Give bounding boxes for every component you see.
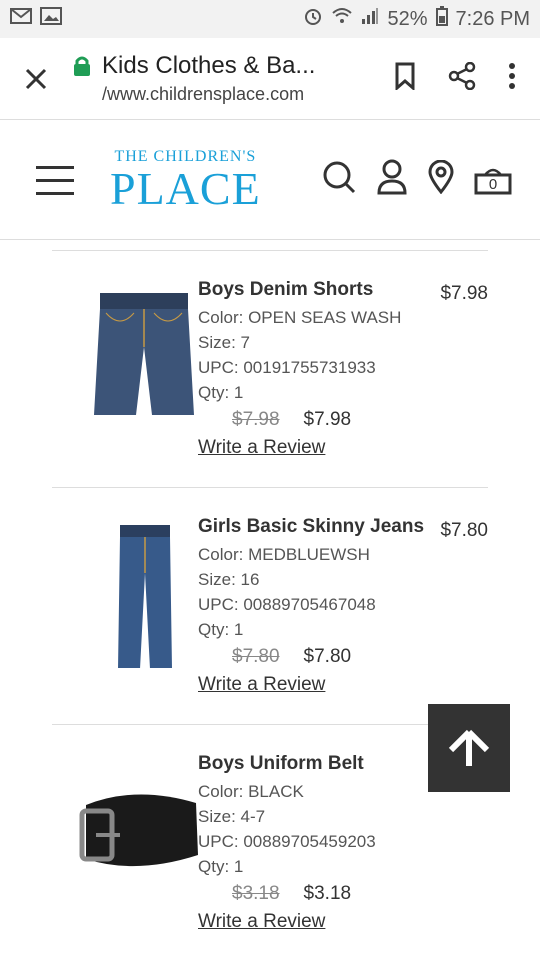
- item-sale-price: $7.98: [303, 409, 352, 430]
- item-upc: UPC: 00191755731933: [198, 358, 376, 377]
- item-total-price: $7.80: [440, 520, 488, 541]
- logo-line2: PLACE: [110, 162, 261, 214]
- item-sale-price: $7.80: [303, 646, 352, 667]
- item-details: Boys Denim Shorts Color: OPEN SEAS WASH …: [198, 279, 458, 459]
- item-size: Size: 7: [198, 333, 250, 352]
- item-name: Boys Denim Shorts: [198, 279, 374, 300]
- product-image-belt[interactable]: [76, 775, 206, 885]
- item-original-price: $7.98: [232, 409, 280, 430]
- header-icons: 0: [322, 159, 540, 200]
- browser-actions: [394, 61, 540, 95]
- battery-icon: [435, 6, 448, 32]
- close-icon: [25, 68, 47, 89]
- product-image-jeans[interactable]: [90, 518, 200, 668]
- item-price-row: $7.80 $7.80: [232, 646, 458, 668]
- item-details: Boys Uniform Belt Color: BLACK Size: 4-7…: [198, 753, 458, 933]
- item-price-row: $7.98 $7.98: [232, 409, 458, 431]
- write-review-link[interactable]: Write a Review: [198, 437, 325, 459]
- item-qty: Qty: 1: [198, 383, 244, 402]
- url-area[interactable]: Kids Clothes & Ba... /www.childrensplace…: [72, 52, 394, 105]
- arrow-up-icon: [448, 729, 490, 766]
- scroll-to-top-button[interactable]: [428, 704, 510, 792]
- page-title: Kids Clothes & Ba...: [102, 52, 316, 79]
- item-color: Color: BLACK: [198, 782, 304, 801]
- item-total-price: $7.98: [440, 283, 488, 304]
- write-review-link[interactable]: Write a Review: [198, 911, 325, 933]
- list-item: Boys Denim Shorts Color: OPEN SEAS WASH …: [52, 250, 488, 487]
- list-item: Boys Uniform Belt Color: BLACK Size: 4-7…: [52, 724, 488, 961]
- signal-icon: [361, 7, 379, 31]
- item-upc: UPC: 00889705459203: [198, 832, 376, 851]
- list-item: Girls Basic Skinny Jeans Color: MEDBLUEW…: [52, 487, 488, 724]
- item-original-price: $7.80: [232, 646, 280, 667]
- item-color: Color: MEDBLUEWSH: [198, 545, 370, 564]
- item-qty: Qty: 1: [198, 620, 244, 639]
- status-left: [10, 7, 62, 31]
- item-qty: Qty: 1: [198, 857, 244, 876]
- close-tab-button[interactable]: [0, 67, 72, 91]
- gallery-icon: [40, 7, 62, 31]
- store-locator-icon[interactable]: [428, 159, 454, 199]
- site-header: THE CHILDREN'S PLACE 0: [0, 120, 540, 240]
- gmail-icon: [10, 7, 32, 31]
- more-menu-icon[interactable]: [508, 62, 516, 95]
- order-items-list: Boys Denim Shorts Color: OPEN SEAS WASH …: [0, 250, 540, 961]
- cart-icon[interactable]: 0: [474, 165, 512, 195]
- share-icon[interactable]: [448, 61, 476, 95]
- status-bar: 52% 7:26 PM: [0, 0, 540, 38]
- site-logo[interactable]: THE CHILDREN'S PLACE: [110, 148, 261, 212]
- cart-count: 0: [488, 175, 498, 193]
- write-review-link[interactable]: Write a Review: [198, 674, 325, 696]
- battery-percent: 52%: [387, 7, 428, 30]
- product-image-shorts[interactable]: [90, 285, 200, 425]
- account-icon[interactable]: [376, 159, 408, 200]
- site-title-row: Kids Clothes & Ba...: [72, 52, 394, 80]
- bookmark-icon[interactable]: [394, 62, 416, 95]
- item-upc: UPC: 00889705467048: [198, 595, 376, 614]
- page-url: /www.childrensplace.com: [102, 84, 305, 104]
- item-details: Girls Basic Skinny Jeans Color: MEDBLUEW…: [198, 516, 458, 696]
- item-original-price: $3.18: [232, 883, 280, 904]
- lock-icon: [74, 56, 90, 76]
- clock: 7:26 PM: [455, 7, 530, 30]
- search-icon[interactable]: [322, 160, 356, 199]
- browser-toolbar: Kids Clothes & Ba... /www.childrensplace…: [0, 38, 540, 120]
- item-size: Size: 16: [198, 570, 260, 589]
- hamburger-menu-button[interactable]: [0, 164, 110, 196]
- menu-icon: [36, 165, 74, 195]
- item-name: Girls Basic Skinny Jeans: [198, 516, 425, 537]
- item-sale-price: $3.18: [303, 883, 352, 904]
- item-color: Color: OPEN SEAS WASH: [198, 308, 402, 327]
- item-size: Size: 4-7: [198, 807, 266, 826]
- status-right: 52% 7:26 PM: [303, 6, 530, 32]
- wifi-icon: [331, 7, 353, 31]
- item-price-row: $3.18 $3.18: [232, 883, 458, 905]
- alarm-icon: [303, 6, 323, 32]
- item-name: Boys Uniform Belt: [198, 753, 364, 774]
